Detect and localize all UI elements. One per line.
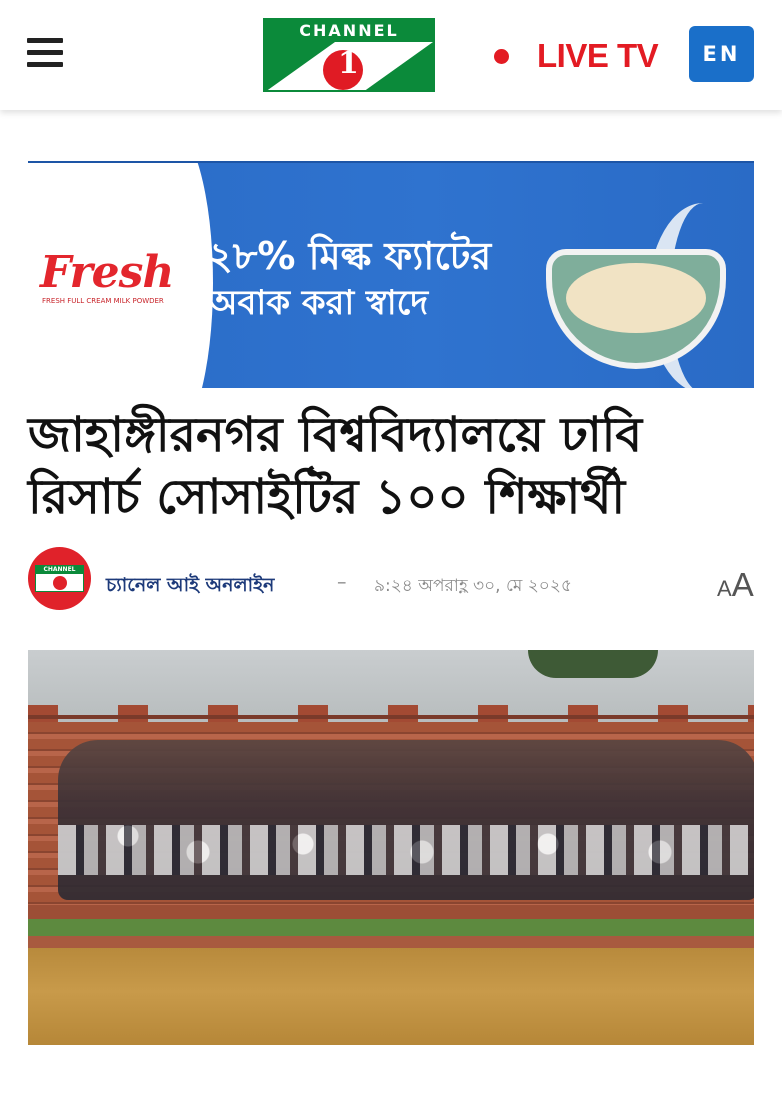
channel-i-logo[interactable]: CHANNEL 1 xyxy=(263,18,435,92)
avatar-logo: CHANNEL xyxy=(35,565,84,592)
text-size-icon[interactable]: AA xyxy=(717,566,754,604)
photo-student-group xyxy=(58,740,754,900)
photo-brick-ledge xyxy=(28,905,754,919)
ad-brand-logo: Fresh xyxy=(40,247,174,298)
live-tv-label: LIVE TV xyxy=(537,37,659,74)
hamburger-menu-icon[interactable] xyxy=(27,38,63,68)
text-size-large: A xyxy=(731,566,754,603)
author-name-link[interactable]: চ্যানেল আই অনলাইন xyxy=(106,571,274,603)
logo-numeral: 1 xyxy=(338,46,359,81)
photo-railing xyxy=(28,715,754,719)
live-dot-icon xyxy=(494,48,509,64)
avatar-logo-wordmark: CHANNEL xyxy=(36,566,83,574)
language-switch-button[interactable]: EN xyxy=(689,26,754,82)
ad-headline-line2: অবাক করা স্বাদে xyxy=(208,283,429,323)
logo-green-right xyxy=(363,42,433,90)
site-header: CHANNEL 1 LIVE TV EN xyxy=(0,0,782,110)
ad-banner[interactable]: Fresh FRESH FULL CREAM MILK POWDER ২৮% ম… xyxy=(28,161,754,388)
author-avatar[interactable]: CHANNEL xyxy=(28,547,91,610)
photo-pool-edge xyxy=(28,936,754,948)
logo-wordmark: CHANNEL xyxy=(265,20,433,42)
avatar-logo-disc xyxy=(53,576,67,590)
photo-water-pool xyxy=(28,948,754,1045)
photo-front-row xyxy=(58,825,748,875)
publish-date: ৯:২৪ অপরাহ্ণ ৩০, মে ২০২৫ xyxy=(374,576,572,596)
live-tv-link[interactable]: LIVE TV xyxy=(494,37,659,74)
text-size-small: A xyxy=(717,576,732,601)
article-headline: জাহাঙ্গীরনগর বিশ্ববিদ্যালয়ে ঢাবি রিসার্… xyxy=(28,407,643,525)
photo-tree xyxy=(528,650,658,678)
article-featured-image xyxy=(28,650,754,1045)
ad-bowl-dessert xyxy=(566,263,706,333)
ad-brand-tagline: FRESH FULL CREAM MILK POWDER xyxy=(42,297,164,305)
meta-separator: – xyxy=(337,571,347,593)
